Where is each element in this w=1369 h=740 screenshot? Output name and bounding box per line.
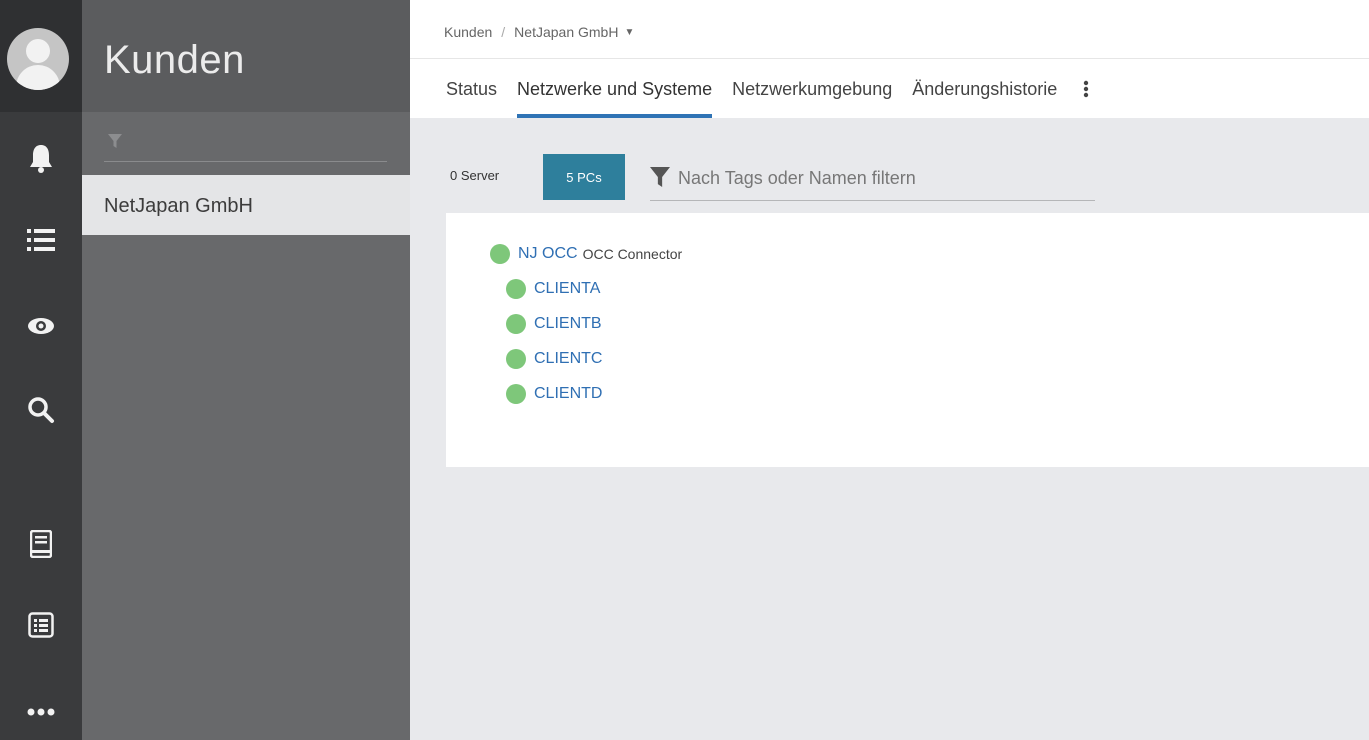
book-icon[interactable]: [0, 524, 82, 564]
breadcrumb: Kunden / NetJapan GmbH ▼: [444, 24, 634, 40]
tab-networks-systems[interactable]: Netzwerke und Systeme: [517, 60, 713, 118]
top-bar: Kunden / NetJapan GmbH ▼ Status Netzwerk…: [410, 0, 1369, 118]
customer-sidebar: Kunden NetJapan GmbH: [82, 0, 410, 740]
client-link[interactable]: CLIENTB: [534, 315, 602, 333]
device-filter-input[interactable]: [678, 164, 1088, 192]
more-vertical-icon[interactable]: [1077, 60, 1095, 118]
device-tree-card: NJ OCC OCC Connector CLIENTA CLIENTB CLI…: [446, 213, 1369, 467]
device-filter[interactable]: [650, 158, 1095, 201]
tree-child-node: CLIENTC: [506, 349, 602, 369]
client-link[interactable]: CLIENTA: [534, 280, 600, 298]
status-online-icon: [506, 349, 526, 369]
breadcrumb-separator: /: [501, 24, 506, 40]
pc-count-button[interactable]: 5 PCs: [543, 154, 625, 200]
eye-icon[interactable]: [0, 306, 82, 346]
status-online-icon: [506, 279, 526, 299]
more-dots-icon[interactable]: [0, 692, 82, 732]
client-link[interactable]: CLIENTC: [534, 350, 602, 368]
status-online-icon: [506, 314, 526, 334]
breadcrumb-current[interactable]: NetJapan GmbH: [514, 24, 618, 40]
section-title: Kunden: [104, 38, 245, 82]
list-box-icon[interactable]: [0, 605, 82, 645]
sidebar-item-netjapan[interactable]: NetJapan GmbH: [82, 175, 410, 235]
server-count[interactable]: 0 Server: [450, 168, 499, 183]
tree-child-node: CLIENTA: [506, 279, 600, 299]
sidebar-filter[interactable]: [104, 128, 387, 162]
search-icon[interactable]: [0, 390, 82, 430]
tab-status[interactable]: Status: [446, 60, 497, 118]
filter-icon: [108, 134, 122, 153]
tree-child-node: CLIENTD: [506, 384, 602, 404]
sidebar-filter-input[interactable]: [132, 130, 382, 158]
list-icon[interactable]: [0, 220, 82, 260]
status-online-icon: [490, 244, 510, 264]
icon-rail: [0, 0, 82, 740]
breadcrumb-root[interactable]: Kunden: [444, 24, 492, 40]
divider: [410, 58, 1369, 59]
bell-icon[interactable]: [0, 138, 82, 178]
filter-icon: [650, 167, 670, 192]
avatar[interactable]: [7, 28, 69, 90]
tab-network-environment[interactable]: Netzwerkumgebung: [732, 60, 892, 118]
tab-change-history[interactable]: Änderungshistorie: [912, 60, 1057, 118]
root-node-type: OCC Connector: [582, 246, 683, 262]
sidebar-item-label: NetJapan GmbH: [104, 195, 253, 217]
root-node-link[interactable]: NJ OCC: [518, 245, 578, 263]
client-link[interactable]: CLIENTD: [534, 385, 602, 403]
sidebar-header: Kunden: [82, 0, 410, 112]
caret-down-icon[interactable]: ▼: [624, 27, 634, 38]
tree-child-node: CLIENTB: [506, 314, 602, 334]
status-online-icon: [506, 384, 526, 404]
tree-root-node: NJ OCC OCC Connector: [490, 244, 682, 264]
tab-bar: Status Netzwerke und Systeme Netzwerkumg…: [446, 60, 1095, 118]
avatar-area: [0, 0, 82, 112]
toolbar: 0 Server 5 PCs: [446, 154, 1146, 201]
